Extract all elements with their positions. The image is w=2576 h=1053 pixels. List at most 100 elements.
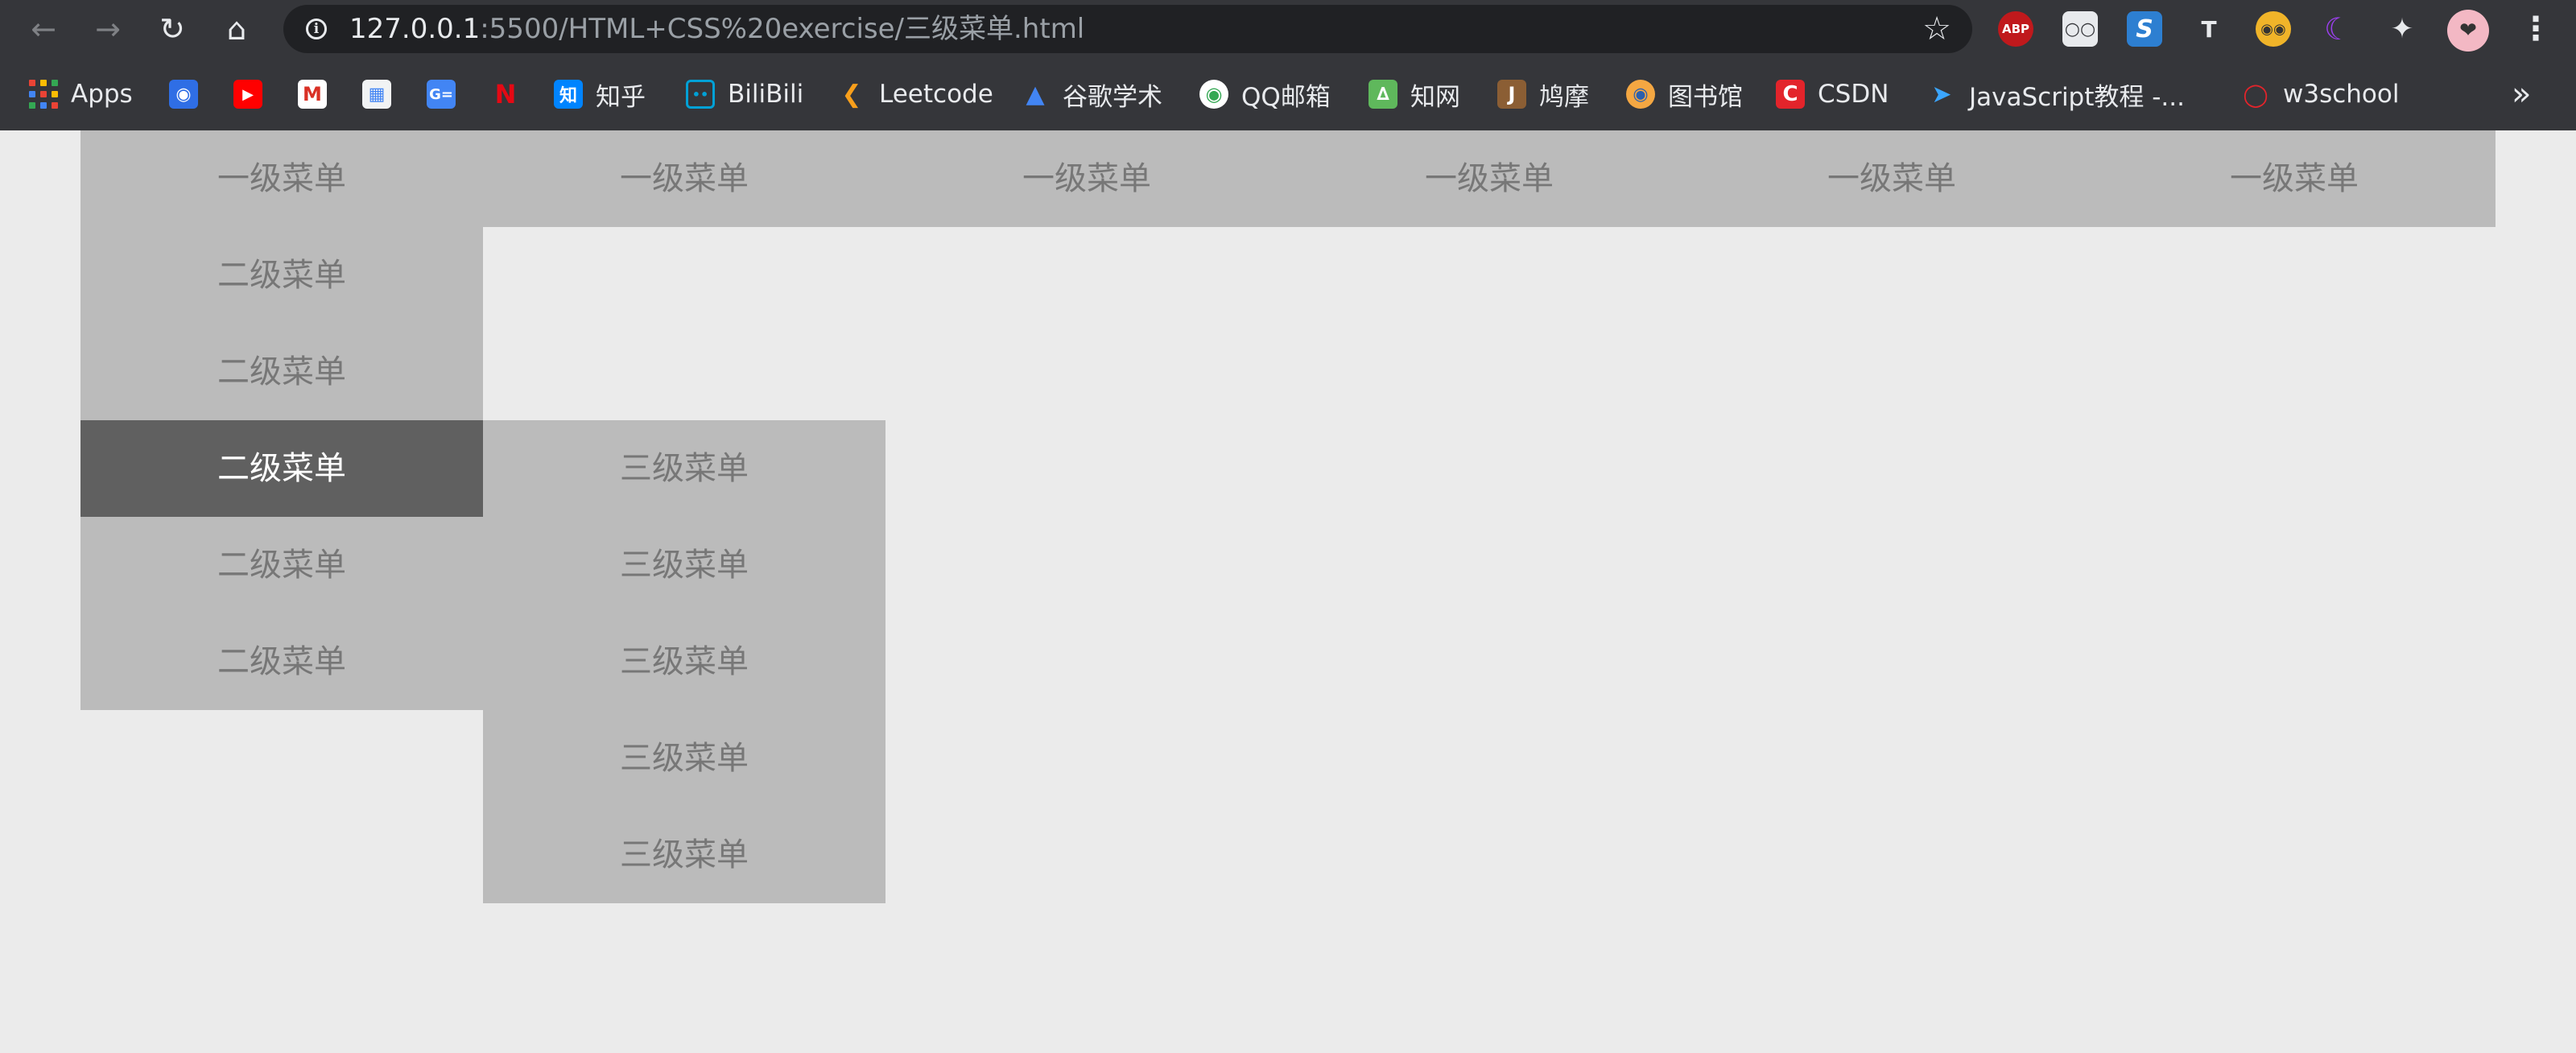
second-menu-item[interactable]: 二级菜单	[80, 324, 483, 420]
bookmark-youtube[interactable]: ▶	[233, 72, 275, 116]
second-menu-item[interactable]: 二级菜单	[80, 517, 483, 613]
top-menu-item[interactable]: 一级菜单	[2093, 130, 2496, 227]
bookmark-label: 知网	[1410, 82, 1460, 112]
second-menu-item[interactable]: 二级菜单	[80, 613, 483, 710]
back-arrow-icon[interactable]: ←	[24, 10, 63, 48]
extension-eyes-icon[interactable]: ◉◉	[2256, 11, 2291, 47]
bookmark-label: BiliBili	[728, 80, 804, 109]
bookmark-star-icon[interactable]: ☆	[1922, 13, 1951, 45]
third-menu-label: 三级菜单	[620, 547, 749, 584]
bookmark-gmail[interactable]: M	[298, 72, 340, 116]
third-menu-label: 三级菜单	[620, 740, 749, 777]
third-menu-item[interactable]: 三级菜单	[483, 710, 886, 807]
url-host: 127.0.0.1	[349, 13, 481, 45]
address-bar[interactable]: i 127.0.0.1:5500/HTML+CSS%20exercise/三级菜…	[283, 5, 1972, 53]
second-menu-label: 二级菜单	[217, 257, 346, 294]
second-level-menu: 二级菜单 二级菜单 二级菜单 三级菜单 三级菜单 三级菜单 三级菜单 三级菜单 …	[80, 227, 886, 903]
gmail-icon: M	[298, 80, 327, 109]
bookmark-apps[interactable]: Apps	[29, 72, 133, 116]
third-menu-item[interactable]: 三级菜单	[483, 613, 886, 710]
top-menu-label: 一级菜单	[1425, 160, 1554, 197]
third-menu-label: 三级菜单	[620, 450, 749, 487]
jiumo-icon: J	[1497, 80, 1526, 109]
rocket-icon: ➤	[1931, 80, 1952, 109]
top-menu-label: 一级菜单	[217, 160, 346, 197]
top-menu-label: 一级菜单	[620, 160, 749, 197]
bookmark-label: QQ邮箱	[1241, 82, 1331, 112]
url-path: :5500/HTML+CSS%20exercise/三级菜单.html	[480, 13, 1085, 45]
extension-mask-icon[interactable]: ○○	[2062, 11, 2098, 47]
profile-avatar[interactable]: ❤	[2447, 10, 2489, 52]
bookmark-label: w3school	[2283, 80, 2400, 109]
bookmark-label: 图书馆	[1668, 82, 1743, 112]
third-menu-item[interactable]: 三级菜单	[483, 517, 886, 613]
extension-s-icon[interactable]: S	[2127, 11, 2162, 47]
second-menu-label: 二级菜单	[217, 643, 346, 680]
bookmark-javascript-tutorial[interactable]: ➤ JavaScript教程 -...	[1927, 72, 2185, 116]
top-menu-label: 一级菜单	[1022, 160, 1151, 197]
adblock-plus-icon[interactable]: ABP	[1998, 11, 2033, 47]
bookmark-jiumo[interactable]: J 鸠摩	[1497, 72, 1589, 116]
bookmark-label: JavaScript教程 -...	[1969, 82, 2185, 112]
third-menu-item[interactable]: 三级菜单	[483, 420, 886, 517]
w3school-icon: ◯	[2243, 81, 2268, 108]
scholar-icon: ▲	[1026, 80, 1045, 109]
forward-arrow-icon[interactable]: →	[89, 10, 127, 48]
top-menu-item[interactable]: 一级菜单	[886, 130, 1288, 227]
dark-mode-moon-icon[interactable]: ☾	[2320, 11, 2355, 47]
bookmark-library[interactable]: ◉ 图书馆	[1626, 72, 1743, 116]
zhihu-icon: 知	[554, 80, 583, 109]
browser-menu-kebab-icon[interactable]: ⋮	[2520, 10, 2552, 48]
bilibili-icon: ••	[686, 80, 715, 109]
second-menu-item[interactable]: 二级菜单	[80, 227, 483, 324]
bookmark-leetcode[interactable]: ❮ Leetcode	[837, 72, 993, 116]
url-text[interactable]: 127.0.0.1:5500/HTML+CSS%20exercise/三级菜单.…	[349, 5, 1084, 53]
translate-icon: G=	[427, 80, 456, 109]
bookmarks-more-icon[interactable]: »	[2512, 72, 2531, 116]
second-menu-label: 二级菜单	[217, 450, 346, 487]
store-icon: ▦	[362, 80, 391, 109]
second-menu-label: 二级菜单	[217, 547, 346, 584]
top-menu-item[interactable]: 一级菜单	[483, 130, 886, 227]
bookmark-netflix[interactable]: N	[491, 72, 533, 116]
top-menu-label: 一级菜单	[2230, 160, 2359, 197]
third-menu-item[interactable]: 三级菜单	[483, 807, 886, 903]
browser-toolbar: ← → ↻ ⌂ i 127.0.0.1:5500/HTML+CSS%20exer…	[0, 0, 2576, 58]
third-level-menu: 三级菜单 三级菜单 三级菜单 三级菜单 三级菜单	[483, 420, 886, 903]
bookmark-cnki[interactable]: ∆ 知网	[1368, 72, 1460, 116]
youtube-icon: ▶	[233, 80, 262, 109]
bookmark-label: 谷歌学术	[1063, 82, 1162, 112]
top-level-menu: 一级菜单 二级菜单 二级菜单 二级菜单 三级菜单 三级菜单 三级菜单 三级菜单 …	[80, 130, 2496, 903]
library-icon: ◉	[1626, 80, 1655, 109]
leetcode-icon: ❮	[841, 80, 862, 109]
bookmark-translate[interactable]: G=	[427, 72, 469, 116]
top-menu-item[interactable]: 一级菜单	[1288, 130, 1690, 227]
bookmarks-bar: Apps ◉ ▶ M ▦ G= N 知 知乎 •• BiliBili ❮ Lee…	[0, 58, 2576, 130]
third-menu-label: 三级菜单	[620, 643, 749, 680]
home-icon[interactable]: ⌂	[217, 10, 256, 48]
bookmark-zhihu[interactable]: 知 知乎	[554, 72, 646, 116]
bookmark-scholar[interactable]: ▲ 谷歌学术	[1021, 72, 1162, 116]
baidu-icon: ◉	[169, 80, 198, 109]
bookmark-baidu[interactable]: ◉	[169, 72, 211, 116]
site-info-icon[interactable]: i	[306, 19, 327, 39]
bookmark-bilibili[interactable]: •• BiliBili	[686, 72, 803, 116]
extensions-puzzle-icon[interactable]: ✦	[2384, 11, 2420, 47]
csdn-icon: C	[1776, 80, 1805, 109]
reload-icon[interactable]: ↻	[153, 10, 192, 48]
top-menu-item[interactable]: 一级菜单	[1690, 130, 2093, 227]
bookmark-label: Apps	[71, 80, 133, 109]
bookmark-csdn[interactable]: C CSDN	[1776, 72, 1889, 116]
bookmark-label: 鸠摩	[1539, 82, 1589, 112]
bookmark-w3school[interactable]: ◯ w3school	[2241, 72, 2399, 116]
apps-grid-icon	[29, 80, 58, 109]
second-menu-item-active[interactable]: 二级菜单 三级菜单 三级菜单 三级菜单 三级菜单 三级菜单	[80, 420, 886, 903]
bookmark-label: 知乎	[596, 82, 646, 112]
extension-translate-icon[interactable]: T	[2191, 11, 2227, 47]
third-menu-label: 三级菜单	[620, 836, 749, 873]
netflix-icon: N	[494, 79, 517, 109]
top-menu-item[interactable]: 一级菜单 二级菜单 二级菜单 二级菜单 三级菜单 三级菜单 三级菜单 三级菜单 …	[80, 130, 886, 903]
bookmark-qqmail[interactable]: ◉ QQ邮箱	[1199, 72, 1331, 116]
bookmark-store[interactable]: ▦	[362, 72, 404, 116]
cnki-icon: ∆	[1368, 80, 1397, 109]
